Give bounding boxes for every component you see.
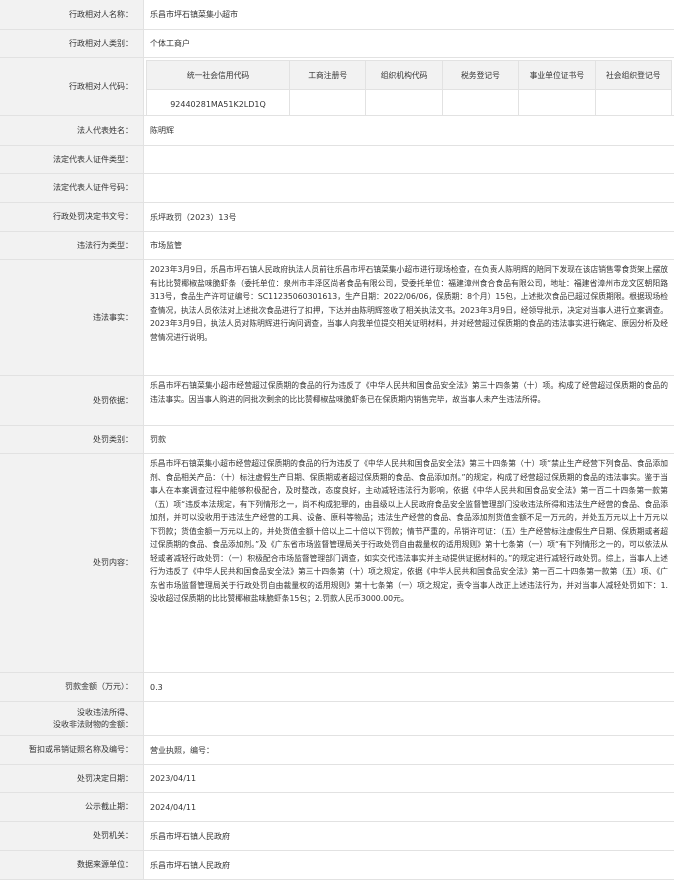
value-fine: 0.3 bbox=[144, 673, 674, 702]
value-basis: 乐昌市坪石镇菜集小超市经营超过保质期的食品的行为违反了《中华人民共和国食品安全法… bbox=[144, 376, 674, 426]
penalty-record-table: 行政相对人名称： 乐昌市坪石镇菜集小超市 行政相对人类别： 个体工商户 行政相对… bbox=[0, 0, 674, 880]
value-legal-rep: 陈明辉 bbox=[144, 116, 674, 146]
label-legal-rep: 法人代表姓名： bbox=[0, 116, 144, 146]
code-value-credit: 92440281MA51K2LD1Q bbox=[146, 89, 290, 119]
code-header-org-code: 组织机构代码 bbox=[365, 60, 443, 90]
value-violation-type: 市场监管 bbox=[144, 232, 674, 260]
label-deadline: 公示截止期： bbox=[0, 793, 144, 822]
code-header-social-org: 社会组织登记号 bbox=[594, 60, 673, 90]
value-suspension: 营业执照，编号： bbox=[144, 736, 674, 765]
value-source: 乐昌市坪石镇人民政府 bbox=[144, 851, 674, 880]
value-doc-no: 乐坪政罚（2023）13号 bbox=[144, 203, 674, 232]
label-penalty-category: 处罚类别： bbox=[0, 426, 144, 454]
label-authority: 处罚机关： bbox=[0, 822, 144, 851]
code-value-org-code bbox=[365, 89, 443, 119]
label-name: 行政相对人名称： bbox=[0, 0, 144, 30]
value-decision-date: 2023/04/11 bbox=[144, 765, 674, 793]
label-fine: 罚款金额（万元）： bbox=[0, 673, 144, 702]
code-header-institution-cert: 事业单位证书号 bbox=[518, 60, 596, 90]
label-basis: 处罚依据： bbox=[0, 376, 144, 426]
value-id-type bbox=[144, 146, 674, 174]
label-code: 行政相对人代码： bbox=[0, 58, 144, 116]
code-header-credit: 统一社会信用代码 bbox=[146, 60, 290, 90]
code-header-tax-reg: 税务登记号 bbox=[441, 60, 520, 90]
value-facts: 2023年3月9日，乐昌市坪石镇人民政府执法人员前往乐昌市坪石镇菜集小超市进行现… bbox=[144, 260, 674, 376]
code-value-social-org bbox=[594, 89, 673, 119]
value-penalty-category: 罚款 bbox=[144, 426, 674, 454]
label-violation-type: 违法行为类型： bbox=[0, 232, 144, 260]
value-content: 乐昌市坪石镇菜集小超市经营超过保质期的食品的行为违反了《中华人民共和国食品安全法… bbox=[144, 454, 674, 673]
code-table: 统一社会信用代码 工商注册号 组织机构代码 税务登记号 事业单位证书号 社会组织… bbox=[144, 58, 674, 119]
label-content: 处罚内容： bbox=[0, 454, 144, 673]
label-confiscated-line2: 没收非法财物的金额： bbox=[53, 719, 133, 729]
value-category: 个体工商户 bbox=[144, 30, 674, 58]
label-decision-date: 处罚决定日期： bbox=[0, 765, 144, 793]
code-value-business-reg bbox=[288, 89, 367, 119]
code-value-tax-reg bbox=[441, 89, 520, 119]
code-value-institution-cert bbox=[518, 89, 596, 119]
value-deadline: 2024/04/11 bbox=[144, 793, 674, 822]
value-confiscated bbox=[144, 702, 674, 736]
label-category: 行政相对人类别： bbox=[0, 30, 144, 58]
label-confiscated-line1: 没收违法所得、 bbox=[77, 707, 133, 717]
label-confiscated: 没收违法所得、 没收非法财物的金额： bbox=[0, 702, 144, 736]
label-source: 数据来源单位： bbox=[0, 851, 144, 880]
label-id-type: 法定代表人证件类型： bbox=[0, 146, 144, 174]
label-suspension: 暂扣或吊销证照名称及编号： bbox=[0, 736, 144, 765]
value-authority: 乐昌市坪石镇人民政府 bbox=[144, 822, 674, 851]
label-facts: 违法事实： bbox=[0, 260, 144, 376]
value-name: 乐昌市坪石镇菜集小超市 bbox=[144, 0, 674, 30]
label-id-no: 法定代表人证件号码： bbox=[0, 174, 144, 203]
value-id-no bbox=[144, 174, 674, 203]
label-doc-no: 行政处罚决定书文号： bbox=[0, 203, 144, 232]
code-header-business-reg: 工商注册号 bbox=[288, 60, 367, 90]
